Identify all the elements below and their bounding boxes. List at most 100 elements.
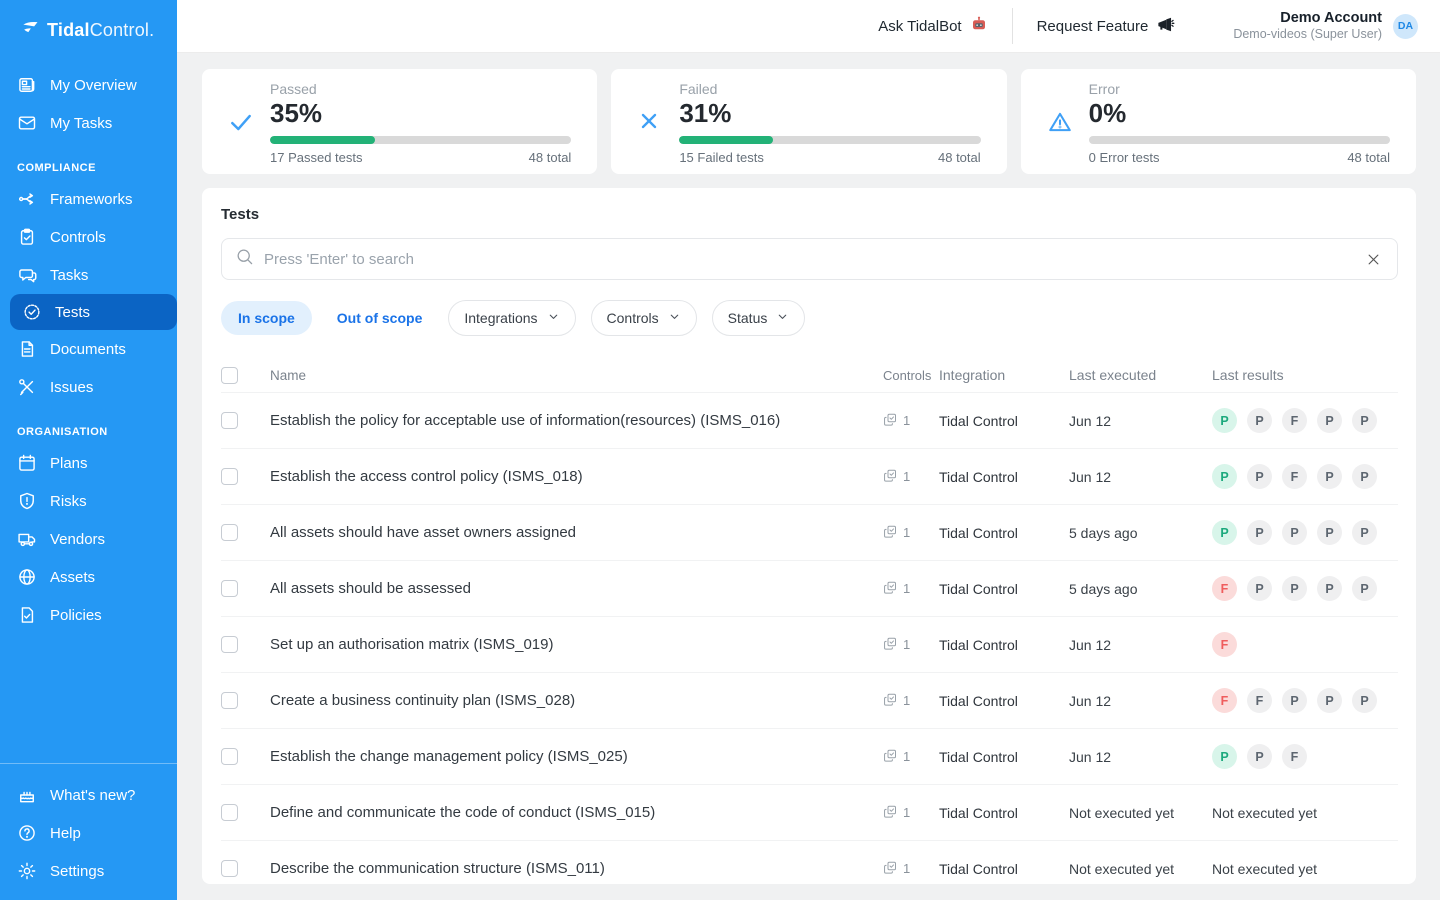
- search-bar: [221, 238, 1398, 280]
- sidebar: TidalControl. My Overview My TasksCOMPLIA…: [0, 0, 177, 900]
- cake-icon: [17, 785, 37, 805]
- chevron-down-icon: [547, 310, 560, 326]
- table-row[interactable]: Establish the change management policy (…: [221, 728, 1398, 784]
- controls-cell: 1: [883, 748, 939, 766]
- progress-bar: [270, 136, 571, 144]
- controls-cell: 1: [883, 860, 939, 878]
- last-results-cell: Not executed yet: [1212, 805, 1398, 821]
- ask-tidalbot-button[interactable]: Ask TidalBot: [878, 15, 987, 37]
- table-row[interactable]: All assets should have asset owners assi…: [221, 504, 1398, 560]
- sidebar-section-title: COMPLIANCE: [0, 142, 177, 180]
- result-badge-pass: P: [1247, 408, 1272, 433]
- filter-in-scope[interactable]: In scope: [221, 301, 312, 335]
- row-checkbox[interactable]: [221, 636, 238, 653]
- sidebar-item-my-tasks[interactable]: My Tasks: [0, 104, 177, 142]
- controls-count-icon: [883, 468, 898, 486]
- sidebar-item-vendors[interactable]: Vendors: [0, 520, 177, 558]
- panel-title: Tests: [221, 206, 1398, 223]
- sidebar-item-what-s-new[interactable]: What's new?: [0, 776, 177, 814]
- last-executed-cell: Jun 12: [1069, 749, 1212, 765]
- result-badge-pass: P: [1282, 576, 1307, 601]
- sidebar-item-label: My Overview: [50, 77, 137, 94]
- table-row[interactable]: Create a business continuity plan (ISMS_…: [221, 672, 1398, 728]
- result-badge-pass: P: [1247, 520, 1272, 545]
- filter-dropdown-status[interactable]: Status: [712, 300, 806, 336]
- stat-footer: 15 Failed tests48 total: [679, 150, 980, 165]
- sidebar-item-label: Frameworks: [50, 191, 133, 208]
- sidebar-item-risks[interactable]: Risks: [0, 482, 177, 520]
- result-badge-pass: P: [1317, 408, 1342, 433]
- progress-bar: [679, 136, 980, 144]
- sidebar-item-policies[interactable]: Policies: [0, 596, 177, 634]
- select-all-cell: [221, 367, 270, 384]
- sidebar-item-plans[interactable]: Plans: [0, 444, 177, 482]
- avatar[interactable]: DA: [1393, 14, 1418, 39]
- sidebar-item-controls[interactable]: Controls: [0, 218, 177, 256]
- search-input[interactable]: [264, 251, 1366, 268]
- request-feature-button[interactable]: Request Feature: [1037, 15, 1176, 38]
- row-checkbox[interactable]: [221, 748, 238, 765]
- sidebar-item-label: Policies: [50, 607, 102, 624]
- row-checkbox[interactable]: [221, 524, 238, 541]
- stat-footer: 17 Passed tests48 total: [270, 150, 571, 165]
- controls-cell: 1: [883, 412, 939, 430]
- row-checkbox-cell: [221, 412, 270, 429]
- table-row[interactable]: All assets should be assessed1Tidal Cont…: [221, 560, 1398, 616]
- stat-value: 31%: [679, 98, 980, 129]
- sidebar-item-my-overview[interactable]: My Overview: [0, 66, 177, 104]
- sidebar-item-settings[interactable]: Settings: [0, 852, 177, 890]
- result-badge-pass: P: [1212, 744, 1237, 769]
- last-executed-cell: Jun 12: [1069, 693, 1212, 709]
- table-row[interactable]: Set up an authorisation matrix (ISMS_019…: [221, 616, 1398, 672]
- row-checkbox[interactable]: [221, 692, 238, 709]
- filter-out-of-scope[interactable]: Out of scope: [337, 310, 423, 326]
- gear-icon: [17, 861, 37, 881]
- table-row[interactable]: Establish the access control policy (ISM…: [221, 448, 1398, 504]
- controls-cell: 1: [883, 580, 939, 598]
- test-name: Establish the access control policy (ISM…: [270, 468, 883, 485]
- row-checkbox[interactable]: [221, 860, 238, 877]
- mail-icon: [17, 113, 37, 133]
- sidebar-item-label: Plans: [50, 455, 88, 472]
- filter-dropdown-controls[interactable]: Controls: [591, 300, 697, 336]
- tests-panel: Tests In scope Out of scope Integrations…: [202, 188, 1416, 884]
- sidebar-item-help[interactable]: Help: [0, 814, 177, 852]
- select-all-checkbox[interactable]: [221, 367, 238, 384]
- sidebar-item-issues[interactable]: Issues: [0, 368, 177, 406]
- result-badge-pass: P: [1317, 520, 1342, 545]
- table-row[interactable]: Establish the policy for acceptable use …: [221, 392, 1398, 448]
- sidebar-footer: What's new?Help Settings: [0, 763, 177, 900]
- table-row[interactable]: Define and communicate the code of condu…: [221, 784, 1398, 840]
- row-checkbox[interactable]: [221, 804, 238, 821]
- controls-count: 1: [903, 749, 910, 764]
- controls-count-icon: [883, 580, 898, 598]
- sidebar-item-documents[interactable]: Documents: [0, 330, 177, 368]
- integration-cell: Tidal Control: [939, 861, 1069, 877]
- last-results-cell: PPPPP: [1212, 520, 1398, 545]
- stat-count: 0 Error tests: [1089, 150, 1160, 165]
- row-checkbox[interactable]: [221, 412, 238, 429]
- brand-logo[interactable]: TidalControl.: [0, 14, 177, 46]
- table-row[interactable]: Describe the communication structure (IS…: [221, 840, 1398, 884]
- controls-cell: 1: [883, 692, 939, 710]
- account-menu[interactable]: Demo Account Demo-videos (Super User): [1233, 9, 1382, 43]
- row-checkbox-cell: [221, 860, 270, 877]
- filter-dropdown-integrations[interactable]: Integrations: [448, 300, 575, 336]
- result-badge-pass: P: [1282, 520, 1307, 545]
- controls-count-icon: [883, 804, 898, 822]
- clear-search-icon[interactable]: [1366, 252, 1381, 267]
- row-checkbox[interactable]: [221, 580, 238, 597]
- controls-count: 1: [903, 637, 910, 652]
- sidebar-item-frameworks[interactable]: Frameworks: [0, 180, 177, 218]
- page-content: Passed35%17 Passed tests48 totalFailed31…: [177, 53, 1440, 900]
- sidebar-item-tasks[interactable]: Tasks: [0, 256, 177, 294]
- stat-body: Failed31%15 Failed tests48 total: [679, 79, 980, 165]
- sidebar-item-assets[interactable]: Assets: [0, 558, 177, 596]
- row-checkbox[interactable]: [221, 468, 238, 485]
- sidebar-item-label: Settings: [50, 863, 104, 880]
- sidebar-item-tests[interactable]: Tests: [10, 294, 177, 330]
- last-results-cell: PPF: [1212, 744, 1398, 769]
- controls-count: 1: [903, 805, 910, 820]
- result-badge-fail: F: [1212, 688, 1237, 713]
- dropdown-label: Controls: [607, 310, 659, 326]
